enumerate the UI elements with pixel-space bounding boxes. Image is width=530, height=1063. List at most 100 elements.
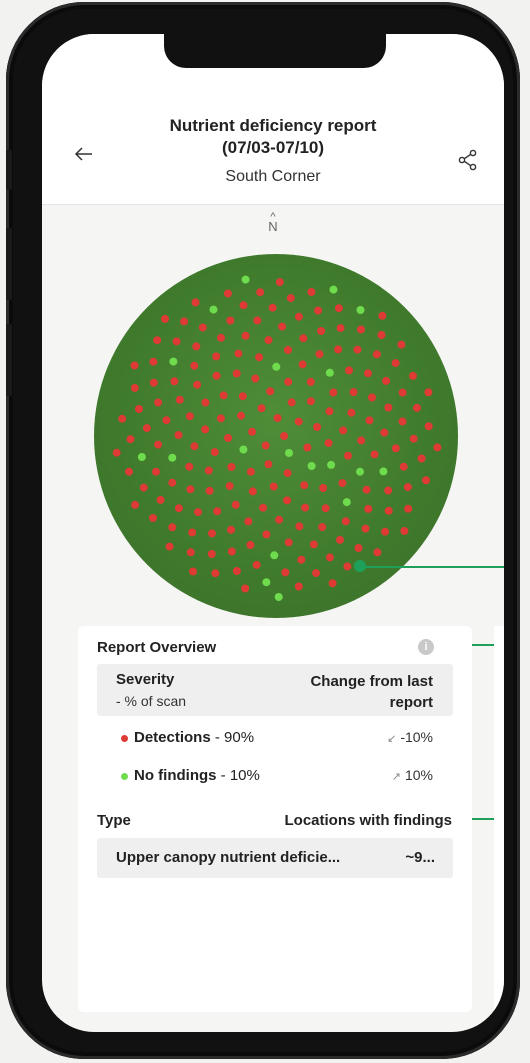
detection-dot: [275, 515, 284, 524]
detection-dot: [256, 288, 265, 297]
severity-sublabel: - % of scan: [116, 693, 187, 709]
page-title: Nutrient deficiency report: [169, 116, 377, 135]
locations-column-header: Locations with findings: [284, 812, 453, 829]
no-finding-dot: [307, 462, 316, 470]
detection-dot: [382, 376, 391, 385]
detection-dot: [269, 482, 278, 491]
detection-dot: [174, 431, 183, 439]
detection-dot: [264, 460, 273, 469]
detection-dot: [312, 569, 321, 578]
type-row[interactable]: Upper canopy nutrient deficie... ~9...: [97, 838, 453, 878]
detection-dot: [313, 423, 322, 431]
detection-dot: [417, 454, 426, 463]
detection-dot: [156, 495, 165, 504]
detection-dot: [384, 403, 393, 412]
page-title-dates: (07/03-07/10): [221, 138, 325, 157]
detection-dot: [248, 487, 257, 496]
detection-dot: [334, 304, 343, 313]
detection-dot: [325, 407, 334, 416]
detection-dot: [217, 333, 225, 342]
detection-dot: [353, 345, 362, 354]
detection-dot: [190, 361, 199, 370]
detection-dot: [174, 504, 183, 513]
detection-dot: [399, 462, 408, 471]
detection-dot: [300, 481, 309, 490]
detection-dot: [380, 428, 389, 437]
detection-dot: [373, 548, 382, 557]
detection-dot: [224, 434, 233, 442]
row-percent: - 90%: [210, 729, 255, 746]
detection-dot: [231, 500, 240, 509]
detection-dot: [370, 450, 379, 459]
detection-dot: [368, 393, 376, 402]
type-column-header: Type: [97, 812, 131, 829]
detection-dot: [317, 327, 326, 335]
detection-dot: [208, 529, 216, 538]
report-overview-title: Report Overview: [97, 639, 217, 656]
detection-dot: [422, 476, 430, 485]
detection-dot: [381, 527, 390, 536]
detection-dot: [237, 411, 245, 420]
detection-dot: [130, 361, 139, 370]
detection-dot: [191, 298, 200, 307]
detection-dot: [349, 388, 358, 397]
detection-dot: [246, 467, 255, 476]
no-finding-dot: [329, 285, 338, 294]
volume-down-button: [6, 324, 12, 396]
detection-dot: [261, 441, 270, 450]
detection-dot: [201, 425, 210, 434]
detection-dot: [343, 562, 352, 571]
detection-dot: [345, 366, 354, 375]
detection-dot: [190, 442, 199, 451]
detection-dot: [268, 303, 277, 312]
detection-dot: [125, 467, 133, 476]
detection-dot: [142, 424, 151, 433]
row-change: -10%: [400, 729, 433, 745]
notch: [164, 34, 386, 68]
detection-dot: [309, 540, 318, 549]
callout-line-map: [360, 566, 504, 568]
arrow-up-right-icon: ↗: [391, 771, 401, 783]
detection-dot: [413, 403, 421, 412]
canopy-scan-map[interactable]: [94, 254, 458, 618]
severity-row-detections[interactable]: Detections - 90% ↙ -10%: [97, 729, 453, 751]
detection-dot: [244, 517, 253, 526]
detection-dot: [362, 485, 371, 494]
detection-dot: [424, 422, 433, 431]
detection-dot: [318, 523, 327, 532]
share-icon[interactable]: [456, 148, 480, 172]
detection-dot: [172, 337, 181, 346]
detection-dot: [294, 582, 303, 591]
detection-dot: [212, 371, 221, 380]
detection-dot: [336, 535, 344, 544]
detection-dot: [398, 417, 407, 426]
detection-dot: [152, 467, 160, 476]
no-finding-dot: [285, 449, 293, 457]
detection-dot: [241, 331, 250, 340]
detection-dot: [226, 316, 235, 325]
detection-dot: [378, 311, 387, 320]
detection-dot: [154, 398, 163, 407]
no-finding-dot: [137, 453, 146, 461]
detection-dot: [391, 444, 400, 453]
detection-dot: [278, 322, 287, 331]
change-label: Change from last report: [310, 673, 433, 711]
severity-row-no-findings[interactable]: No findings - 10% ↗ 10%: [97, 767, 453, 789]
info-icon[interactable]: i: [418, 639, 434, 655]
detection-dot: [232, 369, 241, 378]
detection-dot: [204, 466, 213, 475]
detection-dot: [404, 504, 413, 513]
row-change: 10%: [404, 767, 433, 783]
app-screen: Nutrient deficiency report (07/03-07/10)…: [42, 34, 504, 1032]
detection-dot: [424, 388, 433, 397]
arrow-down-left-icon: ↙: [387, 733, 397, 745]
detection-dot: [329, 388, 338, 397]
detection-dot: [262, 530, 271, 539]
detection-dot: [259, 503, 267, 512]
detection-dot: [131, 500, 140, 509]
row-name: No findings: [134, 767, 217, 784]
detection-dot: [239, 301, 248, 310]
detection-dot: [341, 517, 350, 526]
detection-dot: [365, 416, 374, 425]
no-findings-dot-icon: [121, 772, 128, 780]
